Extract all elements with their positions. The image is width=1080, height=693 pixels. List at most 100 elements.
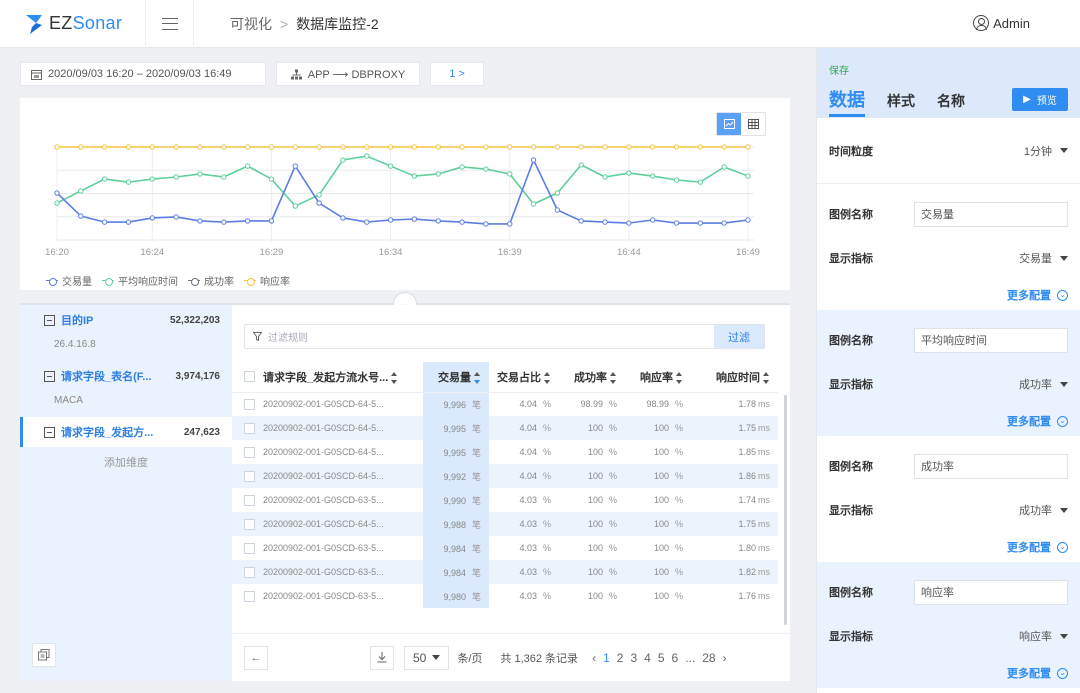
collapse-box-icon[interactable] [44,426,55,438]
data-point[interactable] [507,144,513,150]
row-checkbox[interactable] [244,542,255,554]
page-size-select[interactable]: 50 [404,645,450,670]
data-point[interactable] [745,217,751,223]
page-number[interactable]: 6 [672,651,679,665]
data-point[interactable] [507,221,513,227]
data-point[interactable] [173,144,179,150]
data-point[interactable] [626,170,632,176]
dimension-item-active[interactable]: 请求字段_发起方... 247,623 [20,417,232,447]
row-checkbox[interactable] [244,494,255,506]
more-config-link[interactable]: 更多配置 ⌄ [817,658,1080,688]
table-row[interactable]: 20200902-001-G0SCD-64-5... 9,988 笔 4.03% 100… [232,512,778,536]
data-point[interactable] [411,144,418,150]
data-point[interactable] [173,174,179,180]
table-row[interactable]: 20200902-001-G0SCD-64-5... 9,996 笔 4.04% 98.… [232,392,778,416]
row-checkbox[interactable] [244,566,255,578]
data-point[interactable] [149,215,156,221]
data-point[interactable] [673,220,680,226]
data-point[interactable] [459,164,465,170]
data-point[interactable] [483,144,489,150]
column-header[interactable]: 请求字段_发起方流水号... [263,362,423,393]
data-point[interactable] [125,179,132,185]
collapse-box-icon[interactable] [44,370,55,382]
table-row[interactable]: 20200902-001-G0SCD-64-5... 9,995 笔 4.04% 100… [232,416,778,440]
data-point[interactable] [78,188,84,194]
add-dimension-button[interactable]: 添加维度 [20,447,232,479]
metric-select[interactable]: 成功率 [1019,502,1068,518]
data-point[interactable] [507,171,513,177]
drill-level-button[interactable]: 1 > [430,62,484,86]
row-checkbox[interactable] [244,446,255,458]
data-point[interactable] [244,163,251,169]
layers-button[interactable] [32,643,56,667]
data-point[interactable] [459,144,465,150]
table-row[interactable]: 20200902-001-G0SCD-63-5... 9,980 笔 4.03% 100… [232,584,778,608]
row-checkbox[interactable] [244,398,255,410]
data-point[interactable] [292,203,298,209]
tab-data[interactable]: 数据 [829,86,865,117]
data-point[interactable] [673,177,680,183]
data-point[interactable] [435,218,441,224]
data-point[interactable] [316,200,322,206]
data-point[interactable] [530,157,537,163]
column-header[interactable]: 交易量 [423,362,489,393]
data-point[interactable] [649,217,656,223]
data-point[interactable] [387,163,394,169]
more-config-link[interactable]: 更多配置 ⌄ [817,406,1080,436]
legend-name-input[interactable] [914,579,1068,605]
data-point[interactable] [435,144,441,150]
data-point[interactable] [364,219,370,225]
chart-view-button[interactable] [717,113,741,135]
data-point[interactable] [745,144,751,150]
filter-button[interactable]: 过滤 [714,325,764,348]
data-point[interactable] [411,216,418,222]
data-point[interactable] [149,176,156,182]
data-point[interactable] [149,144,156,150]
preview-button[interactable]: ▶ 预览 [1012,88,1068,111]
data-point[interactable] [626,144,632,150]
prev-page-icon[interactable]: ‹ [592,651,596,665]
data-point[interactable] [697,144,704,150]
data-point[interactable] [459,219,465,225]
row-checkbox[interactable] [244,470,255,482]
column-header[interactable]: 响应率 [625,362,691,393]
data-point[interactable] [602,219,608,225]
data-point[interactable] [554,190,561,196]
data-point[interactable] [649,173,656,179]
row-checkbox[interactable] [244,422,255,434]
data-point[interactable] [125,144,132,150]
download-button[interactable] [370,645,394,670]
data-point[interactable] [387,144,394,150]
table-row[interactable]: 20200902-001-G0SCD-64-5... 9,992 笔 4.04% 100… [232,464,778,488]
data-point[interactable] [721,144,727,150]
column-header[interactable]: 交易占比 [489,362,559,393]
data-point[interactable] [340,144,346,150]
legend-item[interactable]: 响应率 [244,273,290,288]
data-point[interactable] [530,201,537,207]
data-point[interactable] [554,207,561,213]
data-point[interactable] [197,218,203,224]
data-point[interactable] [54,144,60,150]
data-point[interactable] [602,144,608,150]
table-row[interactable]: 20200902-001-G0SCD-63-5... 9,984 笔 4.03% 100… [232,560,778,584]
sort-icon[interactable] [391,371,398,384]
data-point[interactable] [78,213,84,219]
data-point[interactable] [221,174,227,180]
data-point[interactable] [554,144,561,150]
data-point[interactable] [483,166,489,172]
sort-icon[interactable] [474,371,481,384]
page-number[interactable]: 3 [630,651,637,665]
table-row[interactable]: 20200902-001-G0SCD-64-5... 9,995 笔 4.04% 100… [232,440,778,464]
data-point[interactable] [173,214,179,220]
menu-toggle-button[interactable] [146,0,194,48]
data-point[interactable] [292,144,298,150]
granularity-select[interactable]: 1分钟 [1024,143,1068,159]
data-point[interactable] [316,192,322,198]
data-point[interactable] [54,190,60,196]
table-row[interactable]: 20200902-001-G0SCD-63-5... 9,984 笔 4.03% 100… [232,536,778,560]
sort-icon[interactable] [544,371,551,384]
page-number[interactable]: 4 [644,651,651,665]
legend-item[interactable]: 交易量 [46,273,92,288]
legend-name-input[interactable] [914,201,1068,227]
table-scrollbar[interactable] [784,395,787,625]
